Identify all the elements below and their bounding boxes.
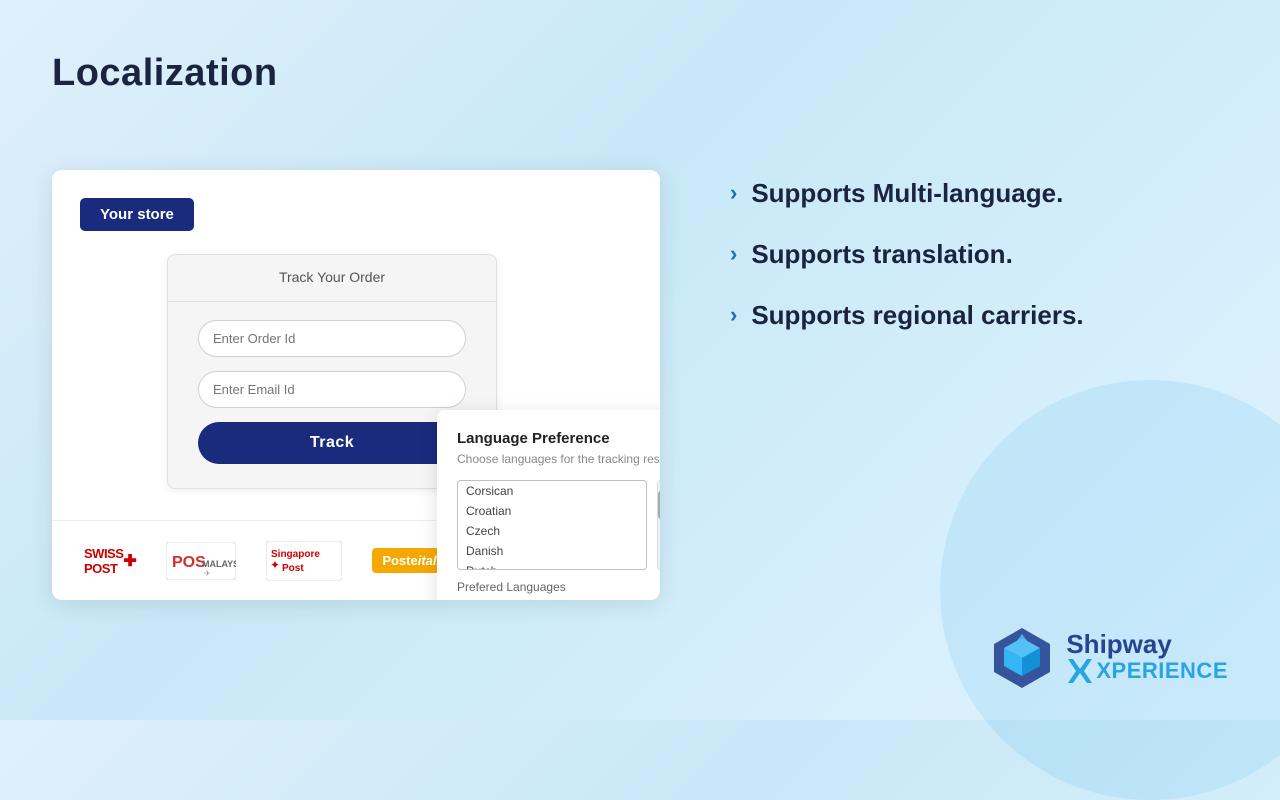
lang-dropdown-container: Corsican Croatian Czech Danish Dutch Eng…	[457, 480, 660, 570]
language-list[interactable]: Corsican Croatian Czech Danish Dutch Eng…	[457, 480, 647, 570]
shipway-logo: Shipway XPERIENCE	[988, 624, 1228, 692]
singapore-post-logo: Singapore Post ✦	[258, 541, 350, 581]
svg-text:✦: ✦	[270, 558, 280, 572]
shipway-name: Shipway	[1066, 631, 1171, 657]
chevron-right-icon-2: ›	[730, 241, 737, 267]
order-id-input[interactable]	[198, 320, 466, 357]
chevron-right-icon-1: ›	[730, 180, 737, 206]
list-scrollbar[interactable]	[657, 480, 660, 570]
lang-panel-title: Language Preference	[457, 430, 660, 447]
pos-malaysia-logo: POS MALAYSIA ✈	[158, 541, 244, 581]
preferred-languages-label: Prefered Languages	[457, 580, 660, 594]
feature-item-3: › Supports regional carriers.	[730, 300, 1220, 331]
left-card: Your store Track Your Order Track Langua…	[52, 170, 660, 600]
xperience-x-icon	[1066, 657, 1094, 685]
svg-text:✈: ✈	[204, 569, 211, 578]
chevron-right-icon-3: ›	[730, 302, 737, 328]
feature-list: › Supports Multi-language. › Supports tr…	[730, 178, 1220, 361]
shipway-icon-svg	[988, 624, 1056, 692]
svg-text:MALAYSIA: MALAYSIA	[202, 559, 236, 569]
feature-text-1: Supports Multi-language.	[751, 178, 1063, 209]
feature-text-3: Supports regional carriers.	[751, 300, 1083, 331]
track-widget-title: Track Your Order	[168, 255, 496, 302]
page-title: Localization	[52, 52, 278, 95]
swiss-cross-icon: ✚	[123, 551, 136, 571]
svg-text:Post: Post	[282, 563, 304, 574]
singapore-post-svg: Singapore Post ✦	[266, 541, 342, 581]
scrollbar-thumb	[658, 491, 660, 519]
lang-panel-description: Choose languages for the tracking result…	[457, 452, 660, 466]
list-item-croatian[interactable]: Croatian	[458, 501, 646, 521]
shipway-text: Shipway XPERIENCE	[1066, 631, 1228, 685]
swiss-post-logo: SWISS POST ✚	[76, 541, 144, 581]
language-panel: Language Preference Choose languages for…	[437, 410, 660, 600]
feature-text-2: Supports translation.	[751, 239, 1012, 270]
svg-text:POS: POS	[172, 554, 206, 571]
track-button[interactable]: Track	[198, 422, 466, 464]
list-item-corsican[interactable]: Corsican	[458, 481, 646, 501]
list-item-dutch[interactable]: Dutch	[458, 561, 646, 570]
store-badge: Your store	[80, 198, 194, 231]
shipway-xperience: XPERIENCE	[1096, 659, 1228, 683]
list-item-danish[interactable]: Danish	[458, 541, 646, 561]
feature-item-1: › Supports Multi-language.	[730, 178, 1220, 209]
list-item-czech[interactable]: Czech	[458, 521, 646, 541]
email-input[interactable]	[198, 371, 466, 408]
pos-malaysia-svg: POS MALAYSIA ✈	[166, 542, 236, 580]
feature-item-2: › Supports translation.	[730, 239, 1220, 270]
